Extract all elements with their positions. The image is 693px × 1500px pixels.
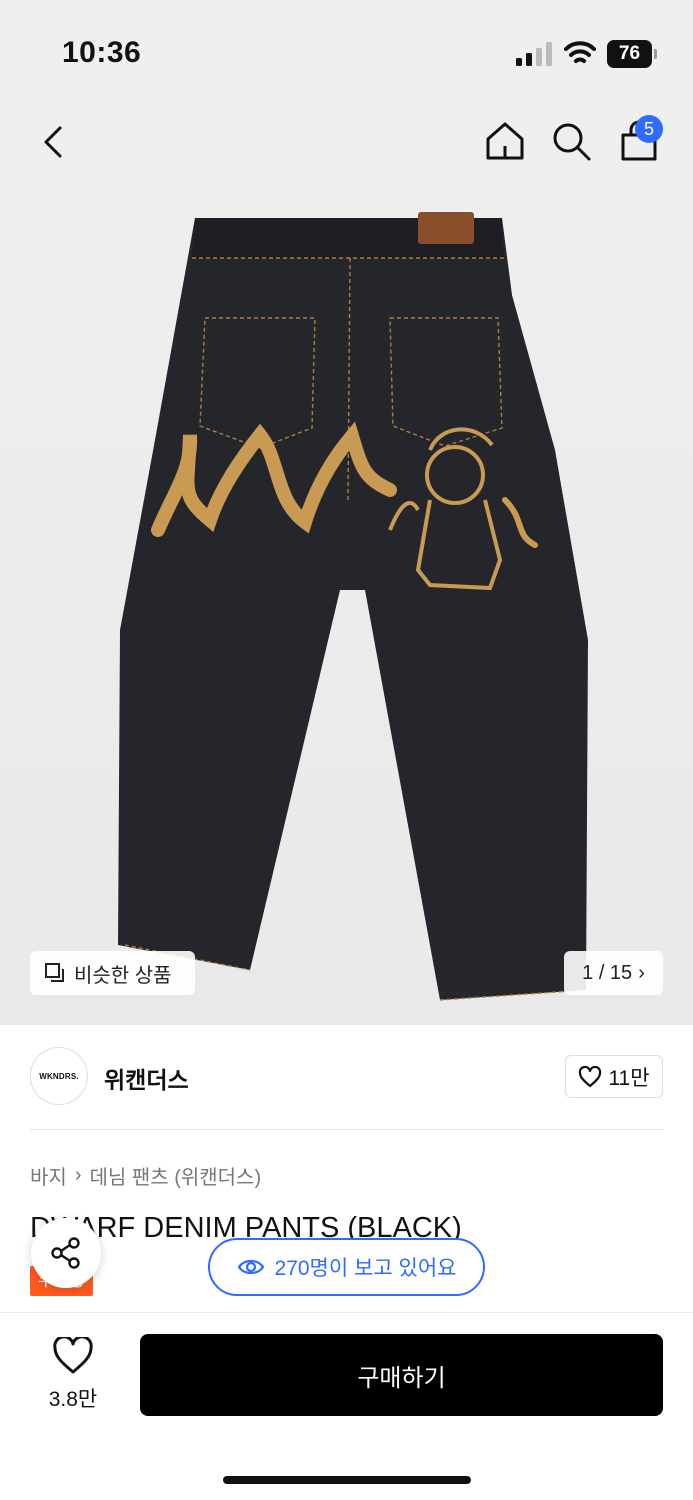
status-time: 10:36	[62, 36, 142, 69]
similar-icon	[45, 963, 64, 982]
image-counter[interactable]: 1 / 15 ›	[564, 951, 663, 995]
heart-icon	[579, 1065, 602, 1087]
similar-products-label: 비슷한 상품	[74, 964, 172, 987]
wifi-icon	[564, 41, 596, 63]
brand-logo[interactable]: WKNDRS.	[30, 1047, 88, 1105]
brand-like-button[interactable]: 11만	[565, 1055, 663, 1098]
live-viewers-label: 270명이 보고 있어요	[274, 1257, 457, 1280]
chevron-right-icon: ›	[638, 961, 645, 984]
heart-icon[interactable]	[52, 1337, 94, 1375]
brand-name[interactable]: 위캔더스	[104, 1061, 189, 1095]
divider	[30, 1129, 663, 1130]
similar-products-button[interactable]: 비슷한 상품	[30, 951, 195, 995]
signal-icon	[516, 42, 552, 66]
home-icon[interactable]	[484, 120, 526, 162]
image-counter-label: 1 / 15	[582, 961, 633, 984]
battery-level: 76	[618, 43, 641, 64]
breadcrumb: 바지 › 데님 팬츠 (위캔더스)	[30, 1161, 261, 1190]
home-indicator	[223, 1476, 471, 1484]
brand-like-count: 11만	[608, 1066, 650, 1090]
cart-count-badge: 5	[635, 115, 663, 143]
breadcrumb-subcategory[interactable]: 데님 팬츠 (위캔더스)	[89, 1161, 261, 1190]
status-bar: 10:36 76	[0, 0, 693, 100]
wish-count: 3.8만	[48, 1388, 98, 1411]
breadcrumb-category[interactable]: 바지	[30, 1161, 67, 1190]
live-viewers-pill: 270명이 보고 있어요	[208, 1238, 485, 1296]
search-icon[interactable]	[550, 120, 592, 162]
product-image	[118, 212, 588, 1001]
eye-icon	[237, 1259, 264, 1275]
bottom-action-bar: 3.8만 구매하기	[0, 1312, 693, 1500]
buy-button[interactable]: 구매하기	[140, 1334, 663, 1416]
product-gallery[interactable]: 5 비슷한 상품 1 / 15 ›	[0, 100, 693, 1025]
share-icon	[51, 1237, 80, 1269]
battery-indicator: 76	[607, 40, 657, 68]
share-button[interactable]	[31, 1218, 101, 1288]
back-icon[interactable]	[34, 122, 74, 162]
brand-row[interactable]: WKNDRS. 위캔더스 11만	[0, 1025, 693, 1130]
chevron-right-icon: ›	[74, 1164, 82, 1186]
